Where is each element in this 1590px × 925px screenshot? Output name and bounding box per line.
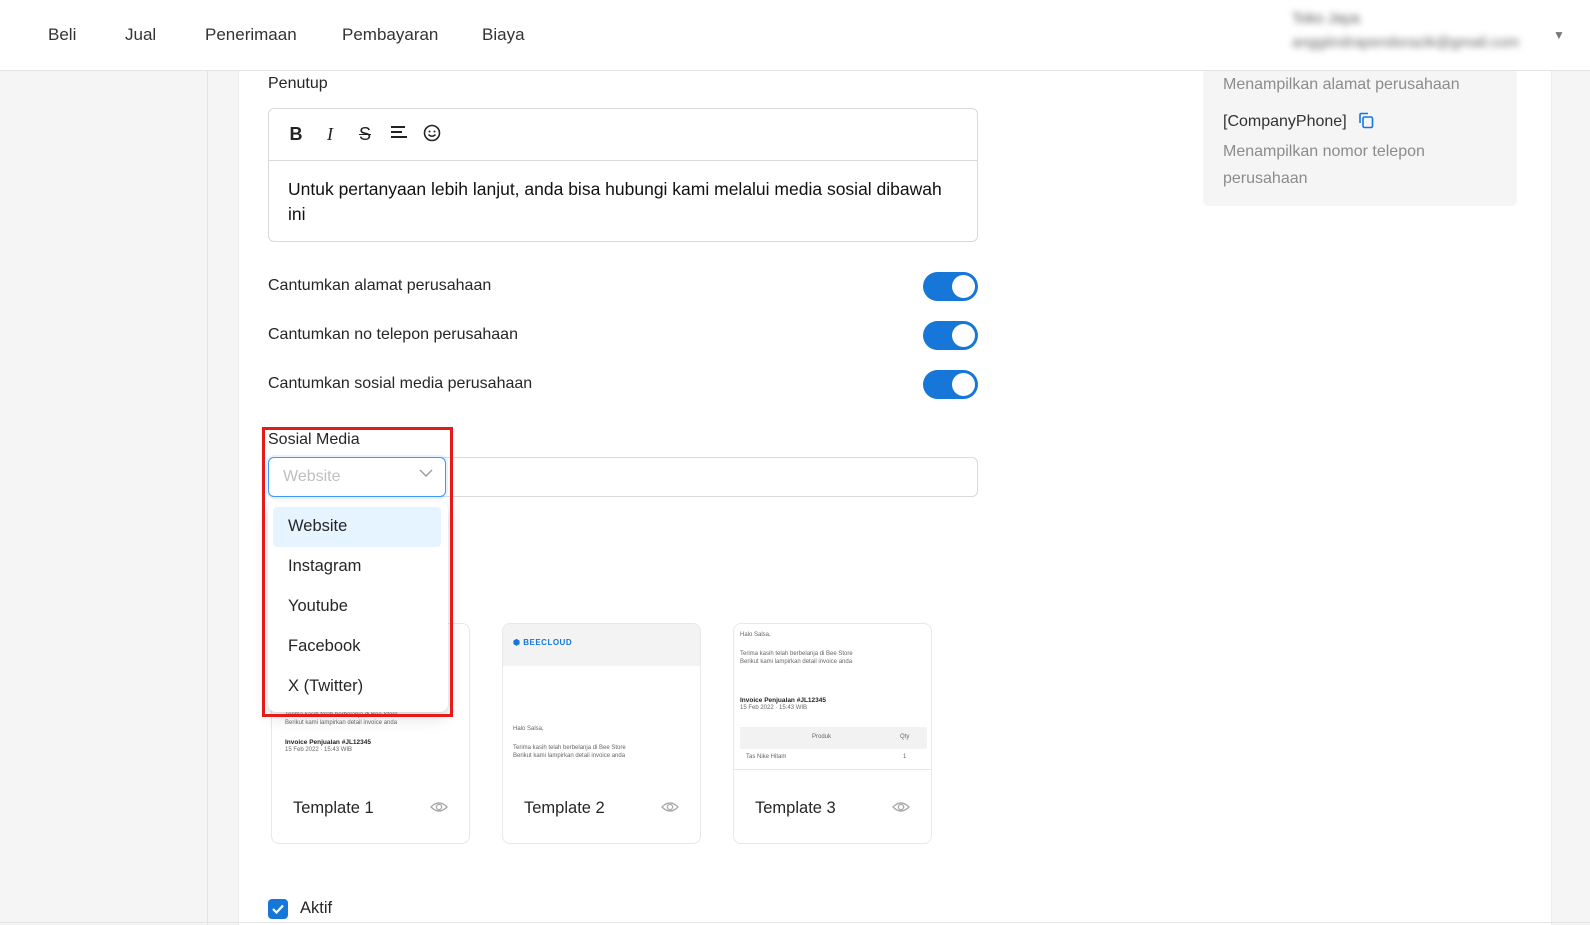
toggle-company-address[interactable]	[923, 272, 978, 301]
tpl2-header: ⬢ BEECLOUD	[503, 624, 700, 666]
tpl3-greeting: Halo Salsa,	[740, 632, 771, 638]
logo-text: BEECLOUD	[523, 638, 573, 647]
phone-desc-line-2: perusahaan	[1223, 170, 1308, 187]
template-name: Template 3	[755, 799, 836, 817]
tpl3-col-qty: Qty	[900, 734, 910, 740]
closing-editor[interactable]: B I S Untuk pertanyaan lebih lanjut, and…	[268, 108, 978, 242]
tpl3-invoice-title: Invoice Penjualan #JL12345	[740, 697, 826, 704]
phone-desc-line-1: Menampilkan nomor telepon	[1223, 143, 1425, 160]
nav-item-biaya[interactable]: Biaya	[482, 25, 525, 45]
italic-icon[interactable]: I	[319, 124, 341, 145]
option-facebook[interactable]: Facebook	[273, 627, 441, 667]
align-icon[interactable]	[388, 124, 410, 145]
social-media-label: Sosial Media	[268, 431, 360, 448]
tpl3-row-product: Tas Nike Hitam	[746, 754, 787, 760]
tpl2-attach: Berikut kami lampirkan detail invoice an…	[513, 753, 626, 759]
template-name: Template 2	[524, 799, 605, 817]
tpl3-table-header: Produk Qty	[740, 727, 927, 749]
user-menu[interactable]: Toko Jaya anggiindrapendorazik@gmail.com	[1292, 10, 1519, 51]
toggle-company-phone[interactable]	[923, 321, 978, 350]
tpl3-attach: Berikut kami lampirkan detail invoice an…	[740, 659, 853, 665]
chevron-down-icon[interactable]: ▼	[1553, 28, 1565, 42]
nav-item-jual[interactable]: Jual	[125, 25, 156, 45]
tpl3-invoice-date: 15 Feb 2022 · 15:43 WIB	[740, 705, 808, 711]
chevron-down-icon	[419, 469, 433, 477]
top-navigation-bar: Beli Jual Penerimaan Pembayaran Biaya To…	[0, 0, 1590, 71]
toggle-label-social: Cantumkan sosial media perusahaan	[268, 375, 533, 392]
option-twitter[interactable]: X (Twitter)	[273, 667, 441, 707]
toggle-label-phone: Cantumkan no telepon perusahaan	[268, 326, 518, 343]
tpl3-col-product: Produk	[812, 734, 832, 740]
nav-item-pembayaran[interactable]: Pembayaran	[342, 25, 438, 45]
social-media-dropdown: Website Instagram Youtube Facebook X (Tw…	[268, 502, 448, 712]
company-phone-key: [CompanyPhone]	[1223, 113, 1347, 130]
option-youtube[interactable]: Youtube	[273, 587, 441, 627]
tpl3-row-qty: 1	[903, 754, 907, 760]
strikethrough-icon[interactable]: S	[354, 124, 376, 145]
bottom-divider	[0, 922, 1590, 923]
template-name: Template 1	[293, 799, 374, 817]
option-instagram[interactable]: Instagram	[273, 547, 441, 587]
closing-text[interactable]: Untuk pertanyaan lebih lanjut, anda bisa…	[288, 177, 958, 227]
user-email: anggiindrapendorazik@gmail.com	[1292, 34, 1520, 51]
social-media-select[interactable]: Website	[268, 457, 446, 497]
tpl1-attach: Berikut kami lampirkan detail invoice an…	[285, 720, 398, 726]
tpl3-divider	[734, 769, 931, 770]
beecloud-logo: ⬢ BEECLOUD	[513, 638, 573, 647]
eye-icon[interactable]	[892, 800, 910, 814]
address-desc: Menampilkan alamat perusahaan	[1223, 76, 1460, 93]
tpl2-greeting: Halo Salsa,	[513, 726, 544, 732]
user-name: Toko Jaya	[1292, 10, 1360, 27]
nav-item-beli[interactable]: Beli	[48, 25, 76, 45]
toggle-knob	[952, 373, 975, 396]
nav-item-penerimaan[interactable]: Penerimaan	[205, 25, 297, 45]
check-icon	[272, 904, 284, 915]
toggle-knob	[952, 324, 975, 347]
select-placeholder: Website	[283, 468, 341, 485]
active-label: Aktif	[300, 899, 333, 917]
closing-label: Penutup	[268, 75, 328, 92]
tpl1-invoice-title: Invoice Penjualan #JL12345	[285, 739, 371, 746]
toggle-knob	[952, 275, 975, 298]
eye-icon[interactable]	[430, 800, 448, 814]
eye-icon[interactable]	[661, 800, 679, 814]
toggle-company-social[interactable]	[923, 370, 978, 399]
template-card-2[interactable]: ⬢ BEECLOUD Halo Salsa, Terima kasih tela…	[502, 623, 701, 844]
placeholder-help-panel: Menampilkan alamat perusahaan [CompanyPh…	[1203, 71, 1517, 206]
content-divider	[207, 71, 208, 925]
template-card-3[interactable]: Halo Salsa, Terima kasih telah berbelanj…	[733, 623, 932, 844]
option-website[interactable]: Website	[273, 507, 441, 547]
copy-icon[interactable]	[1358, 112, 1374, 129]
toggle-label-address: Cantumkan alamat perusahaan	[268, 277, 492, 294]
emoji-icon[interactable]	[421, 124, 443, 147]
editor-toolbar: B I S	[269, 109, 977, 161]
tpl1-invoice-date: 15 Feb 2022 · 15:43 WIB	[285, 747, 353, 753]
bold-icon[interactable]: B	[285, 124, 307, 145]
active-checkbox[interactable]	[268, 899, 288, 919]
